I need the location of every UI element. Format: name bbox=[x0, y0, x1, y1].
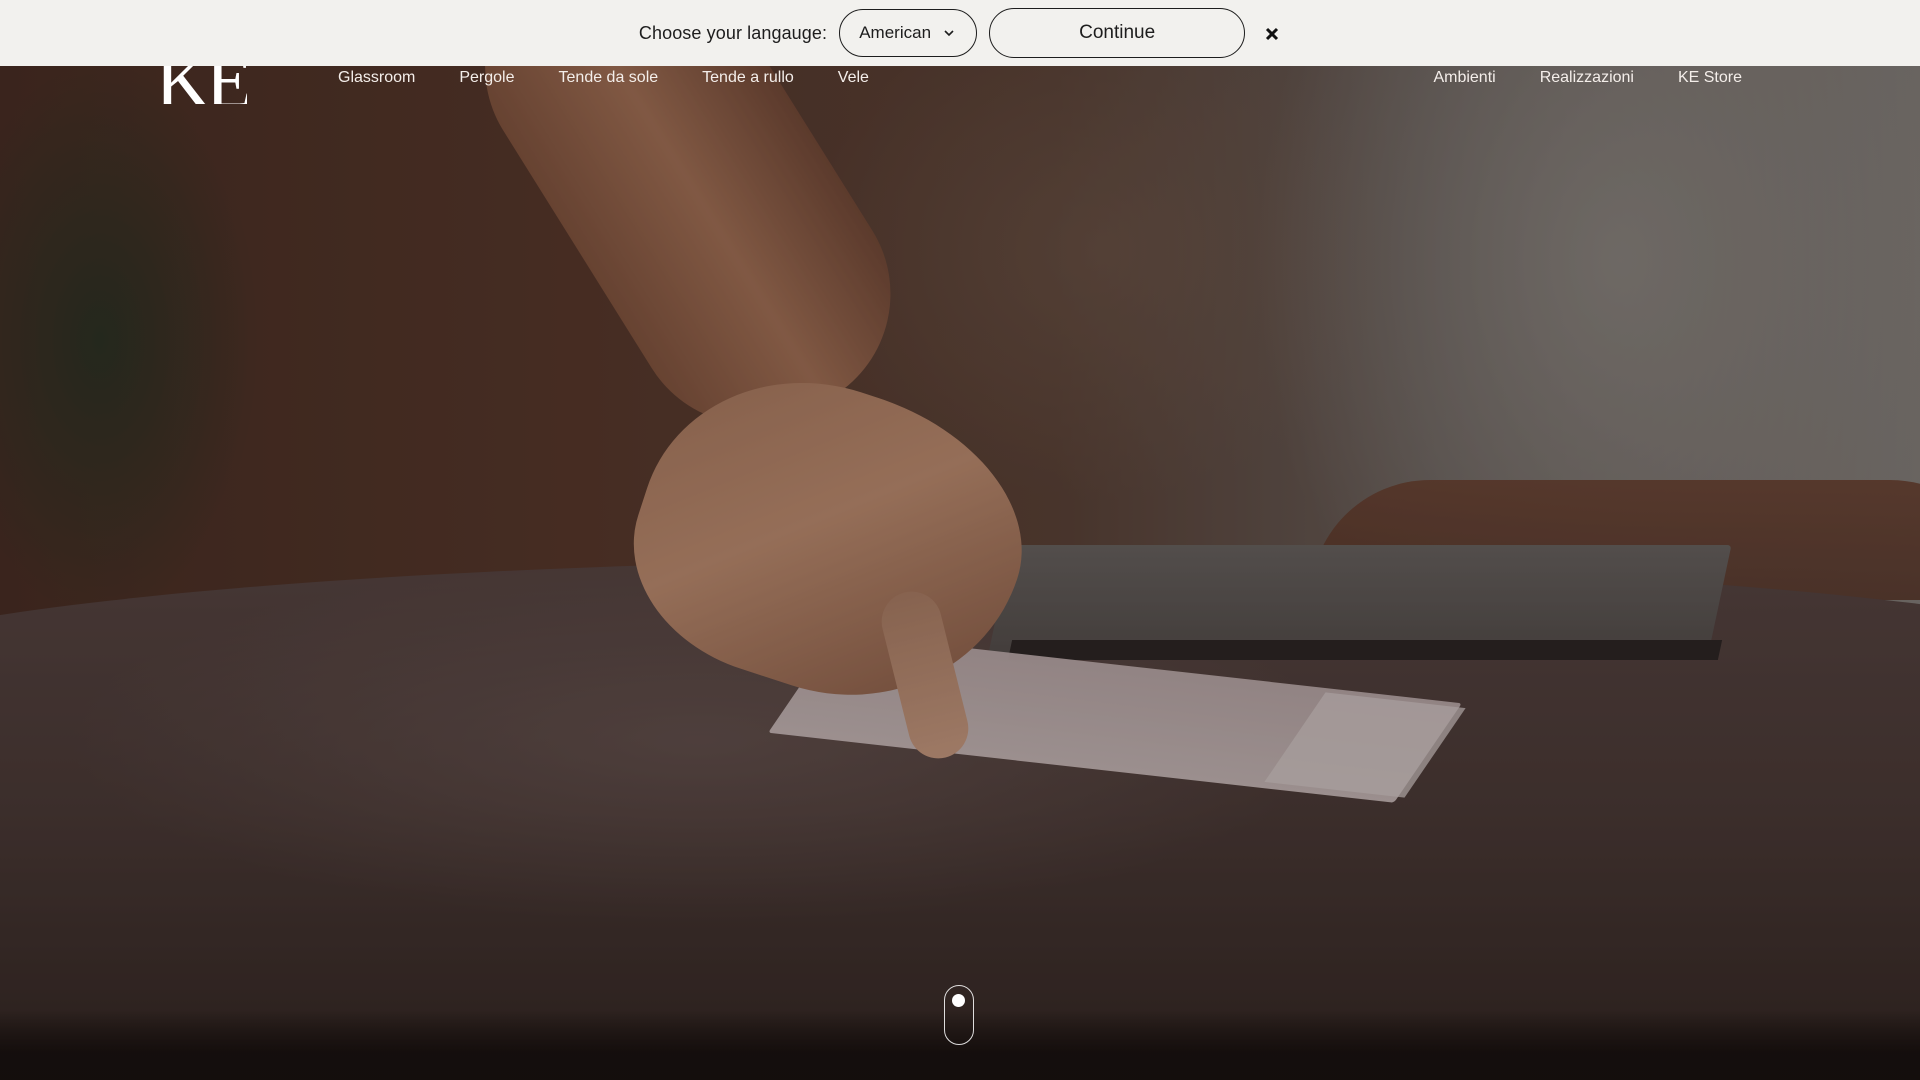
mouse-scroll-icon[interactable] bbox=[944, 985, 974, 1045]
hero-overlay bbox=[0, 0, 1920, 1080]
language-select[interactable]: American bbox=[839, 9, 978, 57]
nav-item-tende-da-sole[interactable]: Tende da sole bbox=[559, 69, 659, 87]
nav-item-glassroom[interactable]: Glassroom bbox=[338, 69, 415, 87]
nav-item-ambienti[interactable]: Ambienti bbox=[1433, 69, 1495, 87]
language-bar-content: Choose your langauge: American Continue bbox=[639, 8, 1283, 58]
nav-item-ke-store[interactable]: KE Store bbox=[1678, 69, 1742, 87]
language-bar: Choose your langauge: American Continue bbox=[0, 0, 1920, 66]
nav-item-vele[interactable]: Vele bbox=[838, 69, 869, 87]
chevron-down-icon bbox=[941, 25, 957, 41]
language-select-value: American bbox=[859, 23, 932, 42]
continue-button[interactable]: Continue bbox=[989, 8, 1246, 58]
scroll-dot bbox=[952, 994, 965, 1007]
nav-item-realizzazioni[interactable]: Realizzazioni bbox=[1540, 69, 1634, 87]
nav-item-pergole[interactable]: Pergole bbox=[459, 69, 514, 87]
secondary-nav: Ambienti Realizzazioni KE Store bbox=[1389, 66, 1742, 90]
primary-nav: Glassroom Pergole Tende da sole Tende a … bbox=[338, 66, 913, 90]
nav-item-tende-a-rullo[interactable]: Tende a rullo bbox=[702, 69, 794, 87]
close-icon[interactable] bbox=[1261, 23, 1283, 45]
language-label: Choose your langauge: bbox=[638, 22, 828, 43]
hero-background bbox=[0, 0, 1920, 1080]
